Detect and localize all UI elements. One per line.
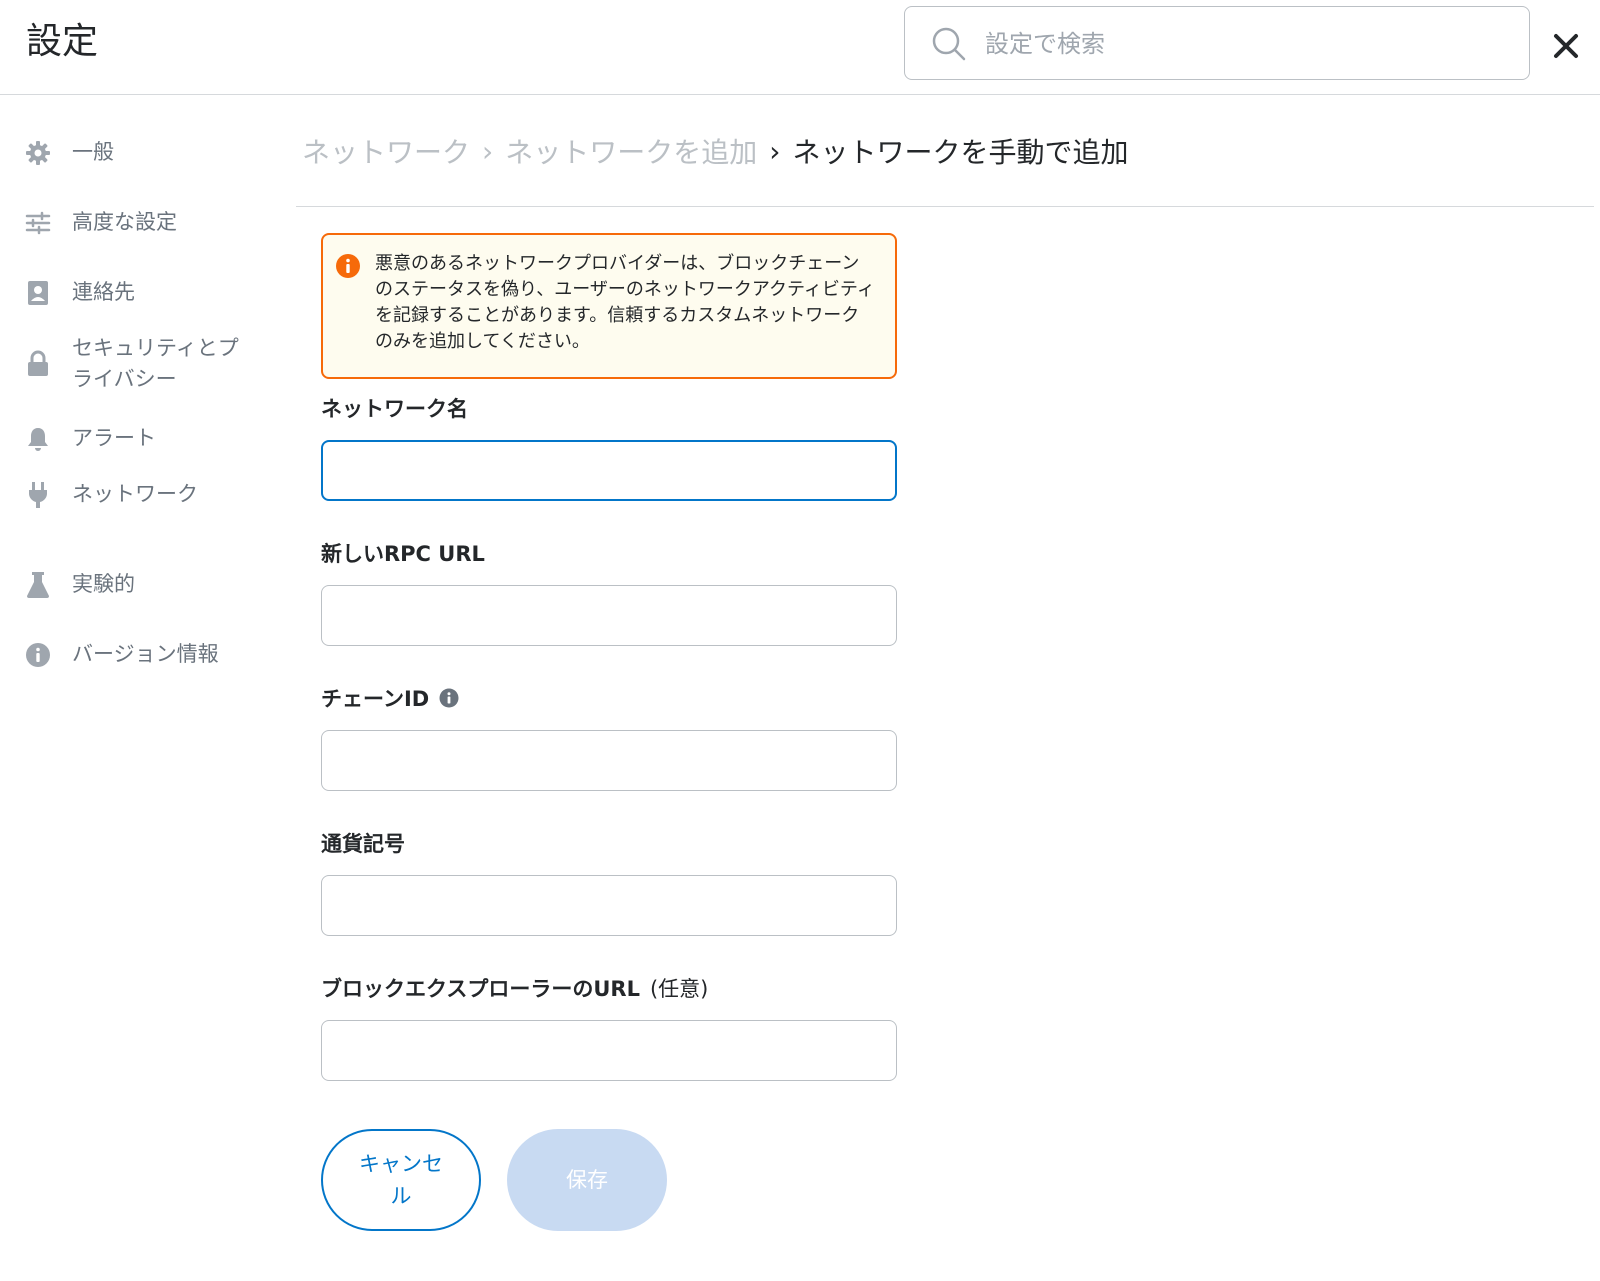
label-text: 新しいRPC URL: [321, 542, 485, 566]
cancel-button[interactable]: キャンセル: [321, 1129, 481, 1231]
chain-id-label: チェーンID: [321, 683, 459, 713]
explorer-url-input[interactable]: [321, 1020, 897, 1081]
breadcrumb-separator: ›: [482, 134, 494, 168]
sidebar-item-label: セキュリティとプライバシー: [72, 336, 239, 391]
sidebar-item-security[interactable]: セキュリティとプライバシー: [24, 333, 264, 395]
sidebar-item-label: アラート: [72, 426, 156, 450]
warning-banner: 悪意のあるネットワークプロバイダーは、ブロックチェーンのステータスを偽り、ユーザ…: [321, 233, 897, 379]
label-text: ネットワーク名: [321, 397, 468, 421]
info-icon: [24, 641, 52, 669]
rpc-url-label: 新しいRPC URL: [321, 538, 485, 568]
breadcrumb-separator: ›: [769, 134, 781, 168]
optional-tag: (任意): [649, 977, 709, 1001]
sidebar-item-label: バージョン情報: [72, 642, 219, 666]
settings-header: 設定: [0, 0, 1600, 95]
sidebar-item-experimental[interactable]: 実験的: [24, 569, 264, 600]
explorer-url-label: ブロックエクスプローラーのURL (任意): [321, 973, 708, 1003]
gear-icon: [24, 139, 52, 167]
search-box[interactable]: [904, 6, 1530, 80]
chain-id-input[interactable]: [321, 730, 897, 791]
network-name-label: ネットワーク名: [321, 393, 468, 423]
close-button[interactable]: [1544, 24, 1588, 68]
lock-icon: [24, 350, 52, 378]
plug-icon: [24, 481, 52, 509]
sidebar-item-contacts[interactable]: 連絡先: [24, 277, 264, 308]
breadcrumb: ネットワーク › ネットワークを追加 › ネットワークを手動で追加: [302, 130, 1128, 172]
rpc-url-input[interactable]: [321, 585, 897, 646]
sidebar-item-label: 高度な設定: [72, 210, 177, 234]
label-text: ブロックエクスプローラーのURL: [321, 977, 640, 1001]
sidebar-item-advanced[interactable]: 高度な設定: [24, 207, 264, 238]
content-divider: [296, 206, 1594, 207]
currency-symbol-label: 通貨記号: [321, 828, 405, 858]
sidebar-item-networks[interactable]: ネットワーク: [24, 479, 264, 510]
currency-symbol-input[interactable]: [321, 875, 897, 936]
breadcrumb-networks[interactable]: ネットワーク: [302, 131, 470, 171]
chain-id-info-icon[interactable]: [439, 688, 459, 708]
sliders-icon: [24, 209, 52, 237]
breadcrumb-add-network[interactable]: ネットワークを追加: [505, 131, 757, 171]
warning-text: 悪意のあるネットワークプロバイダーは、ブロックチェーンのステータスを偽り、ユーザ…: [375, 253, 875, 352]
close-icon: [1554, 34, 1578, 58]
network-name-input[interactable]: [321, 440, 897, 501]
warning-info-icon: [336, 254, 360, 278]
search-icon: [932, 27, 966, 61]
sidebar-item-label: ネットワーク: [72, 482, 198, 506]
sidebar-item-label: 実験的: [72, 572, 135, 596]
save-button[interactable]: 保存: [507, 1129, 667, 1231]
sidebar-item-label: 一般: [72, 140, 114, 164]
flask-icon: [24, 571, 52, 599]
page-title: 設定: [26, 21, 99, 62]
sidebar-item-about[interactable]: バージョン情報: [24, 639, 264, 670]
label-text: チェーンID: [321, 687, 430, 711]
bell-icon: [24, 425, 52, 453]
breadcrumb-current: ネットワークを手動で追加: [792, 136, 1129, 169]
sidebar-item-general[interactable]: 一般: [24, 137, 264, 168]
search-input[interactable]: [985, 19, 1505, 69]
label-text: 通貨記号: [321, 832, 405, 856]
settings-sidebar: 一般 高度な設定 連絡先 セキュリティとプライバシー アラート ネットワーク 実…: [0, 95, 270, 1281]
contact-book-icon: [24, 279, 52, 307]
sidebar-item-alerts[interactable]: アラート: [24, 423, 264, 454]
sidebar-item-label: 連絡先: [72, 280, 135, 304]
